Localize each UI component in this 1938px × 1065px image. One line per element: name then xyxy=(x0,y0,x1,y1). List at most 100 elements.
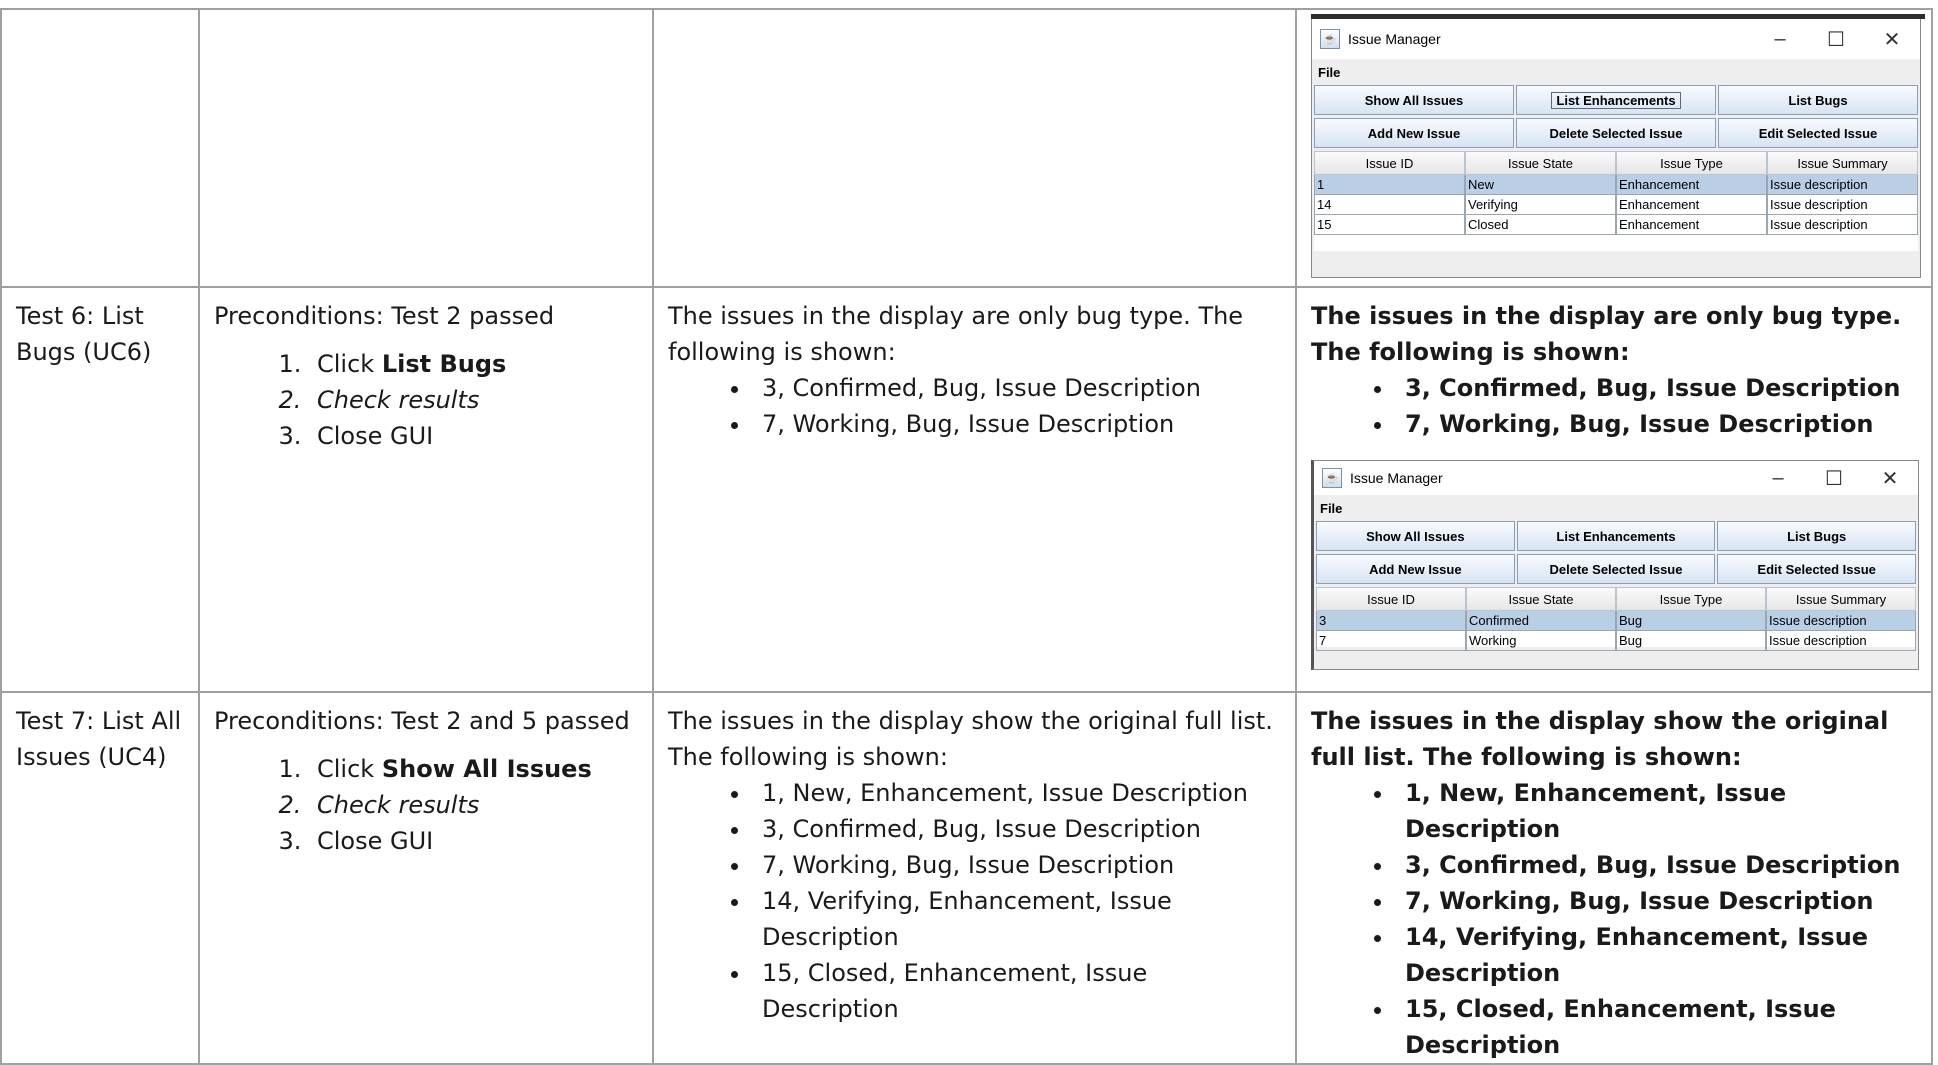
steps-cell: Preconditions: Test 2 passed Click List … xyxy=(198,286,654,693)
table-row[interactable]: 14 Verifying Enhancement Issue descripti… xyxy=(1314,195,1918,215)
table-row: ☕ Issue Manager – ☐ ✕ File Show All Issu… xyxy=(0,8,1933,288)
menu-file[interactable]: File xyxy=(1312,59,1920,85)
table-cell: Bug xyxy=(1616,611,1766,631)
add-new-issue-button[interactable]: Add New Issue xyxy=(1314,118,1514,148)
issue-table-header: Issue ID Issue State Issue Type Issue Su… xyxy=(1316,587,1916,611)
close-icon[interactable]: ✕ xyxy=(1864,27,1920,52)
table-cell: Issue description xyxy=(1767,195,1918,215)
table-cell: Issue description xyxy=(1767,215,1918,235)
list-item: 3, Confirmed, Bug, Issue Description xyxy=(1395,847,1921,883)
test-name: Test 7: List All Issues (UC4) xyxy=(16,707,182,771)
button-row-1: Show All Issues List Enhancements List B… xyxy=(1314,521,1918,551)
maximize-icon[interactable]: ☐ xyxy=(1808,27,1864,52)
table-row: Test 7: List All Issues (UC4) Preconditi… xyxy=(0,691,1933,1065)
column-header[interactable]: Issue Summary xyxy=(1767,151,1918,175)
expected-list: 3, Confirmed, Bug, Issue Description 7, … xyxy=(668,370,1285,442)
table-cell: Working xyxy=(1466,631,1616,651)
test-name: Test 6: List Bugs (UC6) xyxy=(16,302,152,366)
list-bugs-button[interactable]: List Bugs xyxy=(1717,521,1917,551)
issue-table-header: Issue ID Issue State Issue Type Issue Su… xyxy=(1314,151,1918,175)
table-cell: 3 xyxy=(1316,611,1466,631)
list-item: 3, Confirmed, Bug, Issue Description xyxy=(1395,370,1921,406)
preconditions: Preconditions: Test 2 passed xyxy=(214,302,555,330)
show-all-issues-button[interactable]: Show All Issues xyxy=(1314,85,1514,115)
expected-results: The issues in the display show the origi… xyxy=(654,693,1295,1027)
table-row[interactable]: 3 Confirmed Bug Issue description xyxy=(1316,611,1916,631)
minimize-icon[interactable]: – xyxy=(1752,28,1808,51)
expected-cell: The issues in the display are only bug t… xyxy=(652,286,1297,693)
menu-file[interactable]: File xyxy=(1314,495,1918,521)
steps: Preconditions: Test 2 passed Click List … xyxy=(200,288,652,454)
step-action: Show All Issues xyxy=(381,755,592,783)
expected-list: 1, New, Enhancement, Issue Description 3… xyxy=(668,775,1285,1027)
list-item: 1, New, Enhancement, Issue Description xyxy=(752,775,1285,811)
table-cell: 1 xyxy=(1314,175,1465,195)
table-cell: Enhancement xyxy=(1616,215,1767,235)
list-enhancements-label: List Enhancements xyxy=(1551,91,1681,109)
minimize-icon[interactable]: – xyxy=(1750,467,1806,490)
preconditions: Preconditions: Test 2 and 5 passed xyxy=(214,707,630,735)
show-all-issues-button[interactable]: Show All Issues xyxy=(1316,521,1515,551)
issue-manager-window: ☕ Issue Manager – ☐ ✕ File Show All Issu… xyxy=(1311,460,1919,670)
list-item: 3, Confirmed, Bug, Issue Description xyxy=(752,811,1285,847)
actual-cell: The issues in the display show the origi… xyxy=(1295,691,1933,1065)
column-header[interactable]: Issue State xyxy=(1465,151,1616,175)
list-item: 15, Closed, Enhancement, Issue Descripti… xyxy=(1395,991,1921,1063)
actual-results: The issues in the display show the origi… xyxy=(1297,693,1931,1063)
screenshot-wrap: ☕ Issue Manager – ☐ ✕ File Show All Issu… xyxy=(1297,442,1931,670)
close-icon[interactable]: ✕ xyxy=(1862,466,1918,491)
list-item: 15, Closed, Enhancement, Issue Descripti… xyxy=(752,955,1285,1027)
test-name-cell xyxy=(0,8,200,288)
actual-list: 1, New, Enhancement, Issue Description 3… xyxy=(1311,775,1921,1063)
maximize-icon[interactable]: ☐ xyxy=(1806,466,1862,491)
issue-table: Issue ID Issue State Issue Type Issue Su… xyxy=(1314,151,1918,251)
window-titlebar: ☕ Issue Manager – ☐ ✕ xyxy=(1314,461,1918,495)
table-cell: 15 xyxy=(1314,215,1465,235)
table-cell: 7 xyxy=(1316,631,1466,651)
list-bugs-button[interactable]: List Bugs xyxy=(1718,85,1918,115)
list-enhancements-button[interactable]: List Enhancements xyxy=(1516,521,1716,551)
test-name-cell: Test 6: List Bugs (UC6) xyxy=(0,286,200,693)
list-item: 7, Working, Bug, Issue Description xyxy=(1395,406,1921,442)
steps-cell: Preconditions: Test 2 and 5 passed Click… xyxy=(198,691,654,1065)
list-item: Close GUI xyxy=(309,418,652,454)
table-cell: Enhancement xyxy=(1616,175,1767,195)
column-header[interactable]: Issue ID xyxy=(1314,151,1465,175)
add-new-issue-button[interactable]: Add New Issue xyxy=(1316,554,1515,584)
java-app-icon: ☕ xyxy=(1322,468,1342,488)
list-item: 14, Verifying, Enhancement, Issue Descri… xyxy=(1395,919,1921,991)
table-cell: Confirmed xyxy=(1466,611,1616,631)
expected-cell: The issues in the display show the origi… xyxy=(652,691,1297,1065)
column-header[interactable]: Issue Summary xyxy=(1766,587,1916,611)
actual-cell: ☕ Issue Manager – ☐ ✕ File Show All Issu… xyxy=(1295,8,1933,288)
table-cell: Issue description xyxy=(1766,611,1916,631)
column-header[interactable]: Issue ID xyxy=(1316,587,1466,611)
column-header[interactable]: Issue Type xyxy=(1616,151,1767,175)
column-header[interactable]: Issue State xyxy=(1466,587,1616,611)
actual-results: The issues in the display are only bug t… xyxy=(1297,288,1931,442)
list-item: Close GUI xyxy=(309,823,652,859)
table-row[interactable]: 7 Working Bug Issue description xyxy=(1316,631,1916,651)
list-enhancements-button[interactable]: List Enhancements xyxy=(1516,85,1716,115)
table-cell: Issue description xyxy=(1766,631,1916,651)
list-item: 14, Verifying, Enhancement, Issue Descri… xyxy=(752,883,1285,955)
window-title: Issue Manager xyxy=(1348,31,1441,47)
edit-selected-issue-button[interactable]: Edit Selected Issue xyxy=(1717,554,1917,584)
list-item: 7, Working, Bug, Issue Description xyxy=(1395,883,1921,919)
actual-cell: The issues in the display are only bug t… xyxy=(1295,286,1933,693)
step-text: Click xyxy=(317,755,382,783)
steps-cell xyxy=(198,8,654,288)
list-item: 7, Working, Bug, Issue Description xyxy=(752,847,1285,883)
button-row-2: Add New Issue Delete Selected Issue Edit… xyxy=(1314,554,1918,584)
table-row[interactable]: 15 Closed Enhancement Issue description xyxy=(1314,215,1918,235)
steps-list: Click Show All Issues Check results Clos… xyxy=(214,751,652,859)
table-row[interactable]: 1 New Enhancement Issue description xyxy=(1314,175,1918,195)
table-cell: Bug xyxy=(1616,631,1766,651)
expected-cell xyxy=(652,8,1297,288)
steps: Preconditions: Test 2 and 5 passed Click… xyxy=(200,693,652,859)
delete-selected-issue-button[interactable]: Delete Selected Issue xyxy=(1516,554,1716,584)
window-titlebar: ☕ Issue Manager – ☐ ✕ xyxy=(1312,19,1920,59)
delete-selected-issue-button[interactable]: Delete Selected Issue xyxy=(1516,118,1716,148)
column-header[interactable]: Issue Type xyxy=(1616,587,1766,611)
edit-selected-issue-button[interactable]: Edit Selected Issue xyxy=(1718,118,1918,148)
